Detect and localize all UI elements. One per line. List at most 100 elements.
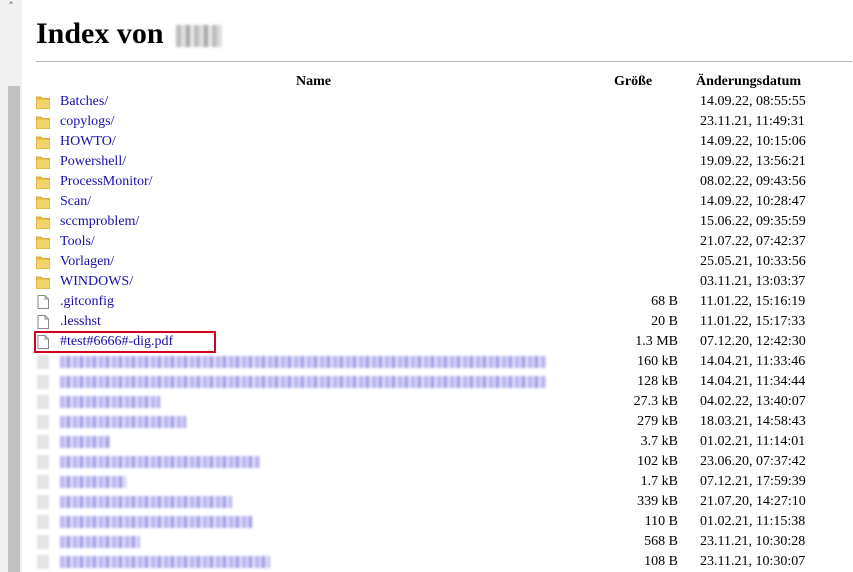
redacted-file-link[interactable] [60,456,260,468]
page-heading: Index von [36,14,222,54]
modified-date: 03.11.21, 13:03:37 [700,274,806,289]
modified-date: 18.03.21, 14:58:43 [700,414,806,429]
folder-link[interactable]: WINDOWS/ [60,272,133,292]
folder-row: HOWTO/14.09.22, 10:15:06 [36,132,852,152]
redacted-file-link[interactable] [60,376,546,388]
divider [36,61,852,62]
page-title: Index von [36,17,164,50]
file-icon [37,455,49,469]
modified-date: 21.07.20, 14:27:10 [700,494,806,509]
file-row: 102 kB 23.06.20, 07:37:42 [36,452,852,472]
folder-link[interactable]: copylogs/ [60,112,114,132]
redacted-file-link[interactable] [60,496,232,508]
file-size: 568 B [644,534,678,549]
file-size: 27.3 kB [633,394,678,409]
file-link[interactable]: .lesshst [60,312,101,332]
folder-link[interactable]: Powershell/ [60,152,126,172]
file-link[interactable]: .gitconfig [60,292,114,312]
file-icon [37,475,49,489]
file-size: 279 kB [637,414,678,429]
folder-link[interactable]: ProcessMonitor/ [60,172,153,192]
redacted-file-link[interactable] [60,536,140,548]
file-icon [37,415,49,429]
folder-row: ProcessMonitor/08.02.22, 09:43:56 [36,172,852,192]
file-icon [37,435,49,449]
folder-row: WINDOWS/03.11.21, 13:03:37 [36,272,852,292]
file-icon [37,555,49,569]
folder-link[interactable]: Tools/ [60,232,95,252]
file-icon [36,295,50,309]
modified-date: 14.09.22, 10:15:06 [700,134,806,149]
redacted-file-link[interactable] [60,356,546,368]
folder-link[interactable]: sccmproblem/ [60,212,139,232]
file-size: 339 kB [637,494,678,509]
highlight-box [34,331,216,353]
modified-date: 11.01.22, 15:17:33 [700,314,806,329]
modified-date: 07.12.20, 12:42:30 [700,334,806,349]
folder-link[interactable]: Batches/ [60,92,108,112]
folder-row: Vorlagen/25.05.21, 10:33:56 [36,252,852,272]
scrollbar-thumb[interactable] [8,86,20,572]
modified-date: 07.12.21, 17:59:39 [700,474,806,489]
folder-row: Tools/21.07.22, 07:42:37 [36,232,852,252]
modified-date: 15.06.22, 09:35:59 [700,214,806,229]
folder-row: copylogs/23.11.21, 11:49:31 [36,112,852,132]
folder-icon [36,235,50,249]
folder-row: sccmproblem/15.06.22, 09:35:59 [36,212,852,232]
modified-date: 14.09.22, 10:28:47 [700,194,806,209]
column-header-size[interactable]: Größe [614,72,652,92]
redacted-file-link[interactable] [60,436,110,448]
modified-date: 14.09.22, 08:55:55 [700,94,806,109]
redacted-path [175,25,222,47]
file-icon [37,535,49,549]
modified-date: 23.11.21, 10:30:28 [700,534,806,549]
folder-icon [36,155,50,169]
modified-date: 04.02.22, 13:40:07 [700,394,806,409]
folder-link[interactable]: HOWTO/ [60,132,116,152]
file-size: 1.7 kB [640,474,678,489]
file-row: .gitconfig 68 B 11.01.22, 15:16:19 [36,292,852,312]
modified-date: 11.01.22, 15:16:19 [700,294,806,309]
file-row: .lesshst 20 B 11.01.22, 15:17:33 [36,312,852,332]
file-icon [37,495,49,509]
redacted-file-link[interactable] [60,416,186,428]
folder-row: Batches/14.09.22, 08:55:55 [36,92,852,112]
redacted-file-link[interactable] [60,396,160,408]
file-size: 68 B [651,294,678,309]
file-size: 128 kB [637,374,678,389]
file-size: 3.7 kB [640,434,678,449]
redacted-file-link[interactable] [60,556,270,568]
file-row: 110 B 01.02.21, 11:15:38 [36,512,852,532]
file-size: 160 kB [637,354,678,369]
modified-date: 14.04.21, 11:34:44 [700,374,806,389]
folder-link[interactable]: Scan/ [60,192,91,212]
file-row: 128 kB 14.04.21, 11:34:44 [36,372,852,392]
folder-link[interactable]: Vorlagen/ [60,252,114,272]
folder-icon [36,95,50,109]
folder-row: Scan/14.09.22, 10:28:47 [36,192,852,212]
modified-date: 23.11.21, 11:49:31 [700,114,805,129]
modified-date: 23.11.21, 10:30:07 [700,554,806,569]
file-size: 110 B [644,514,678,529]
file-icon [37,515,49,529]
file-row: 160 kB 14.04.21, 11:33:46 [36,352,852,372]
file-row: 279 kB 18.03.21, 14:58:43 [36,412,852,432]
file-icon [37,375,49,389]
vertical-scrollbar[interactable]: ˄ [0,0,22,572]
file-row: 27.3 kB 04.02.22, 13:40:07 [36,392,852,412]
file-row: 1.7 kB 07.12.21, 17:59:39 [36,472,852,492]
file-size: 108 B [644,554,678,569]
column-header-name[interactable]: Name [296,72,331,92]
folder-icon [36,175,50,189]
folder-icon [36,255,50,269]
file-row: 3.7 kB 01.02.21, 11:14:01 [36,432,852,452]
redacted-file-link[interactable] [60,516,252,528]
scroll-up-icon[interactable]: ˄ [0,0,22,16]
column-header-modified[interactable]: Änderungsdatum [696,72,801,92]
file-icon [37,395,49,409]
file-row: 339 kB 21.07.20, 14:27:10 [36,492,852,512]
folder-icon [36,275,50,289]
file-row: 108 B 23.11.21, 10:30:07 [36,552,852,572]
redacted-file-link[interactable] [60,476,126,488]
modified-date: 23.06.20, 07:37:42 [700,454,806,469]
